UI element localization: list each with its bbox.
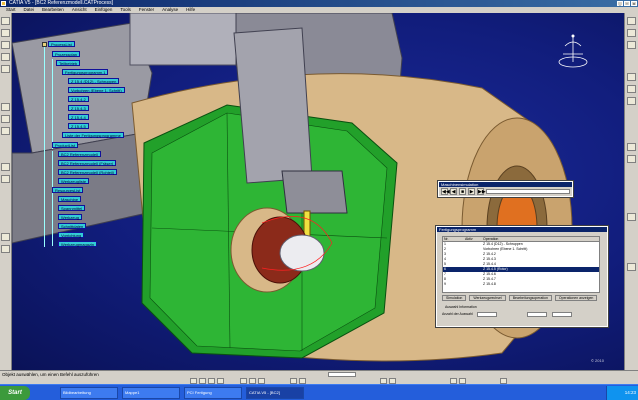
- command-input[interactable]: [328, 372, 356, 377]
- status-bar: Objekt auswählen, um einen Befehl auszuf…: [0, 370, 638, 384]
- pan-tool-icon[interactable]: [1, 29, 10, 37]
- render-edges-icon[interactable]: [627, 97, 636, 105]
- window-title-bar: CATIA V5 - [BC2 Referenzmodell.CATProces…: [0, 0, 638, 7]
- properties-icon[interactable]: [627, 213, 636, 221]
- simulation-button[interactable]: Simulation: [442, 295, 467, 301]
- select-tool-icon[interactable]: [1, 17, 10, 25]
- right-toolbar: [624, 13, 638, 370]
- window-title: CATIA V5 - [BC2 Referenzmodell.CATProces…: [9, 0, 114, 6]
- copyright-watermark: © 2010: [591, 358, 604, 363]
- show-operations-button[interactable]: Operationen anzeigen: [554, 295, 598, 301]
- stop-button[interactable]: ■: [459, 188, 466, 195]
- selection-info-label: Auswahl Information: [445, 305, 477, 309]
- tree-node[interactable]: Maschine: [58, 196, 82, 202]
- selection-count-label: Anzahl der Auswahl: [442, 312, 473, 316]
- render-wireframe-icon[interactable]: [627, 85, 636, 93]
- view-top-icon[interactable]: [627, 29, 636, 37]
- operations-dialog-title: Fertigungsprogramm: [437, 227, 607, 232]
- tree-node[interactable]: Schnittdaten: [58, 223, 87, 229]
- swap-space-icon[interactable]: [627, 155, 636, 163]
- view-iso-icon[interactable]: [627, 41, 636, 49]
- minimize-button[interactable]: _: [617, 1, 623, 6]
- drill-tool-icon[interactable]: [1, 115, 10, 123]
- tree-node[interactable]: BC2 Referenzmodell (Rohteil): [58, 169, 118, 175]
- simulation-panel: Maschinensimulation ◀◀ ◀ ■ ▶ ▶▶: [437, 180, 574, 198]
- column-header[interactable]: Nr.: [443, 237, 465, 241]
- tree-node[interactable]: Vorbohren (Ebene 1. Schritt): [68, 87, 125, 93]
- simulation-controls: ◀◀ ◀ ■ ▶ ▶▶: [439, 187, 572, 196]
- section-tool-icon[interactable]: [1, 245, 10, 253]
- tool-holder: [281, 170, 348, 214]
- machining-tool-icon[interactable]: [1, 103, 10, 111]
- step-back-button[interactable]: ◀: [450, 188, 457, 195]
- tree-node[interactable]: Fertigungsprogramm.1: [62, 69, 109, 75]
- tree-node[interactable]: Teilbetrieb: [56, 60, 81, 66]
- selection-extra-input[interactable]: [552, 312, 572, 317]
- system-tray-clock: 14:23: [606, 386, 638, 400]
- tree-node[interactable]: Werkzeug: [58, 214, 82, 220]
- operations-dialog: Fertigungsprogramm Nr. Aktiv Operation 1…: [435, 225, 609, 328]
- fast-forward-button[interactable]: ▶▶: [477, 188, 486, 195]
- operations-buttons: Simulation Werkzeugwechsel Bearbeitungso…: [442, 295, 598, 301]
- row-active: [465, 282, 483, 287]
- selection-count-input[interactable]: [477, 312, 497, 317]
- compass-icon[interactable]: [553, 32, 593, 72]
- taskbar-item[interactable]: Bildbearbeitung: [60, 387, 118, 399]
- taskbar-item[interactable]: Mappe1: [122, 387, 180, 399]
- rotate-tool-icon[interactable]: [1, 41, 10, 49]
- tree-node[interactable]: Spannmittel: [58, 205, 86, 211]
- play-button[interactable]: ▶: [468, 188, 475, 195]
- tree-node[interactable]: ResourcesList: [52, 187, 84, 193]
- tree-node[interactable]: BC2 Referenzmodell (Fräser): [58, 160, 117, 166]
- measure-tool-icon[interactable]: [1, 233, 10, 241]
- left-toolbar: [0, 13, 12, 370]
- column-header[interactable]: Aktiv: [465, 237, 483, 241]
- tree-node[interactable]: Z 15.4.2: [68, 96, 89, 102]
- render-shaded-icon[interactable]: [627, 73, 636, 81]
- row-number: 9: [444, 282, 446, 286]
- workpiece-core: [279, 234, 325, 272]
- tree-node[interactable]: Liste der Fertigungsprogramme: [62, 132, 124, 138]
- tool-change-icon[interactable]: [1, 127, 10, 135]
- catia-app-icon: [1, 1, 6, 6]
- analysis-icon[interactable]: [627, 263, 636, 271]
- maximize-button[interactable]: ▫: [624, 1, 630, 6]
- close-button[interactable]: x: [631, 1, 637, 6]
- tree-node[interactable]: Vorrichtung: [58, 232, 85, 238]
- selection-value-input[interactable]: [527, 312, 547, 317]
- simulation-tool-icon[interactable]: [1, 163, 10, 171]
- tree-node[interactable]: Z 15.4.5: [68, 123, 89, 129]
- tree-node[interactable]: ProductList: [52, 142, 79, 148]
- column-header[interactable]: Operation: [483, 237, 599, 241]
- nc-output-icon[interactable]: [1, 175, 10, 183]
- operations-table: Nr. Aktiv Operation 1Z 15.4 (D12) - Schr…: [442, 236, 600, 293]
- fit-all-icon[interactable]: [1, 65, 10, 73]
- spindle-column: [233, 27, 313, 184]
- simulation-slider[interactable]: [486, 189, 570, 194]
- table-row[interactable]: 9 Z 15.4.8: [443, 282, 599, 287]
- taskbar-item-active[interactable]: CATIA V5 - [BC2]: [246, 387, 304, 399]
- window-controls: _ ▫ x: [617, 1, 637, 6]
- tree-node[interactable]: Werkzeugmagazin: [58, 241, 98, 247]
- zoom-tool-icon[interactable]: [1, 53, 10, 61]
- rewind-button[interactable]: ◀◀: [441, 188, 450, 195]
- machining-operation-button[interactable]: Bearbeitungsoperation: [508, 295, 552, 301]
- hide-show-icon[interactable]: [627, 143, 636, 151]
- status-message: Objekt auswählen, um einen Befehl auszuf…: [2, 372, 99, 377]
- tree-node[interactable]: Z 15.4 (D12) - Schruppen: [68, 78, 120, 84]
- tree-node-root[interactable]: ProcessList: [48, 41, 75, 47]
- tree-node[interactable]: Werkzeugliste: [58, 178, 90, 184]
- tree-node[interactable]: Z 15.4.4: [68, 114, 89, 120]
- row-operation: Z 15.4.8: [483, 282, 496, 286]
- taskbar-item[interactable]: PCI Fertigung: [184, 387, 242, 399]
- tree-node[interactable]: Prozessplan: [52, 51, 81, 57]
- tree-node[interactable]: BC2 Referenzmodell: [58, 151, 101, 157]
- process-icon: [42, 42, 47, 47]
- windows-taskbar: Start Bildbearbeitung Mappe1 PCI Fertigu…: [0, 384, 638, 400]
- tool-change-button[interactable]: Werkzeugwechsel: [469, 295, 506, 301]
- view-front-icon[interactable]: [627, 17, 636, 25]
- start-button[interactable]: Start: [0, 386, 30, 400]
- specification-tree: ProcessList Prozessplan Teilbetrieb Fert…: [40, 41, 190, 251]
- tree-node[interactable]: Z 15.4.3: [68, 105, 89, 111]
